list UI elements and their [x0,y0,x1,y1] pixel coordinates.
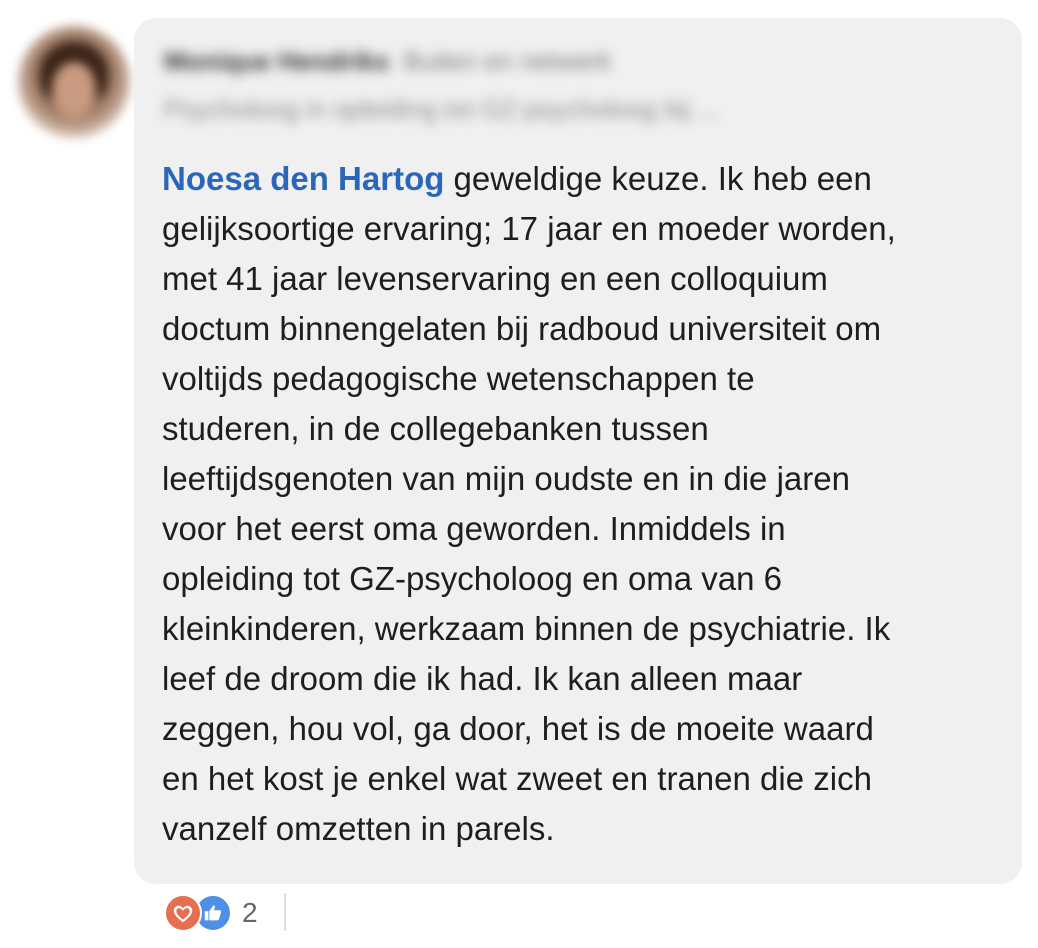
reaction-count: 2 [242,897,258,928]
divider [284,893,286,931]
author-subtitle-line: Psycholoog in opleiding tot GZ-psycholoo… [164,94,864,124]
comment-line: doctum binnengelaten bij radboud univers… [162,310,882,347]
author-subtitle: Psycholoog in opleiding tot GZ-psycholoo… [164,93,719,124]
comment-line: met 41 jaar levenservaring en een colloq… [162,260,828,297]
comment-bubble: Monique Hendriks Buiten en netwerk Psych… [134,18,1022,884]
comment-line: voltijds pedagogische wetenschappen te [162,360,755,397]
comment-line-text: geweldige keuze. Ik heb een [444,160,872,197]
comment-line: zeggen, hou vol, ga door, het is de moei… [162,710,874,747]
comment-line: leeftijdsgenoten van mijn oudste en in d… [162,460,850,497]
author-name[interactable]: Monique Hendriks [164,46,389,77]
comment-line: kleinkinderen, werkzaam binnen de psychi… [162,610,891,647]
author-info: Monique Hendriks Buiten en netwerk Psych… [164,46,864,124]
mention-link[interactable]: Noesa den Hartog [162,160,444,197]
comment-line: leef de droom die ik had. Ik kan alleen … [162,660,803,697]
comment-line: opleiding tot GZ-psycholoog en oma van 6 [162,560,783,597]
author-line: Monique Hendriks Buiten en netwerk [164,46,864,76]
reactions-summary[interactable]: 2 [164,894,258,932]
author-role: Buiten en netwerk [403,45,612,76]
comment-line: en het kost je enkel wat zweet en tranen… [162,760,872,797]
comment-line: gelijksoortige ervaring; 17 jaar en moed… [162,210,896,247]
comment-line: Noesa den Hartog geweldige keuze. Ik heb… [162,154,992,204]
comment-line: studeren, in de collegebanken tussen [162,410,709,447]
comment-line: vanzelf omzetten in parels. [162,810,555,847]
comment-text: Noesa den Hartog geweldige keuze. Ik heb… [162,154,992,854]
comment-line: voor het eerst oma geworden. Inmiddels i… [162,510,786,547]
avatar-face [52,62,96,118]
heart-icon [164,894,202,932]
avatar[interactable] [18,26,130,138]
